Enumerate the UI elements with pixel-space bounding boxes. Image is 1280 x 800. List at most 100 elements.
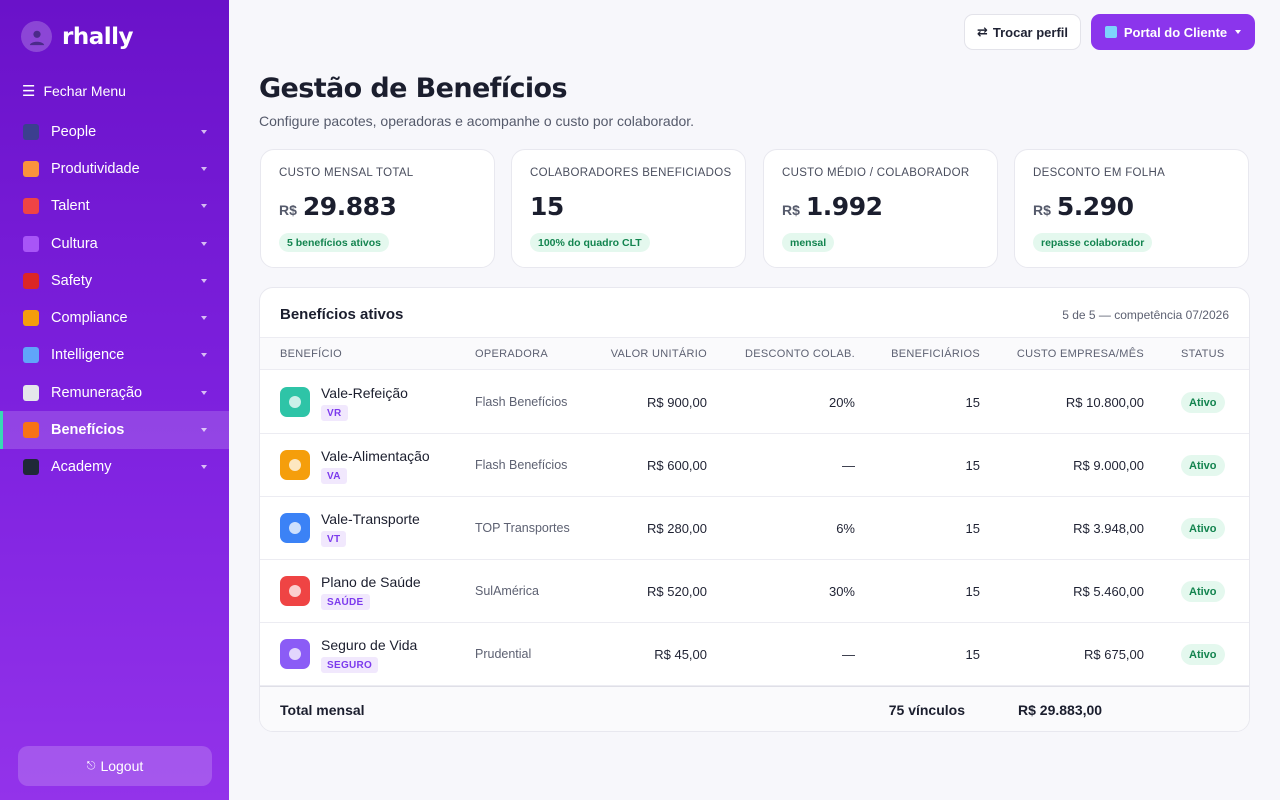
column-header[interactable]: DESCONTO COLAB. bbox=[745, 348, 855, 360]
column-header[interactable]: STATUS bbox=[1181, 348, 1225, 360]
stat-value-group: 15 bbox=[530, 192, 564, 221]
table-row[interactable]: Plano de Saúde SAÚDE SulAmérica R$ 520,00 30… bbox=[260, 560, 1249, 623]
beneficiaries-count: 15 bbox=[965, 584, 980, 599]
sidebar-item-beneficios[interactable]: Benefícios bbox=[0, 411, 229, 449]
table-footer: Total mensal 75 vínculos R$ 29.883,00 bbox=[260, 686, 1249, 731]
total-amount: R$ 29.883,00 bbox=[1018, 702, 1103, 718]
chevron-down-icon bbox=[201, 465, 207, 470]
target-icon bbox=[23, 198, 39, 215]
table-header: BENEFÍCIO OPERADORA VALOR UNITÁRIO DESCO… bbox=[260, 337, 1249, 370]
company-cost: R$ 5.460,00 bbox=[1073, 584, 1144, 599]
total-label: Total mensal bbox=[280, 702, 365, 718]
close-menu-button[interactable]: ☰ Fechar Menu bbox=[22, 82, 126, 100]
column-header[interactable]: VALOR UNITÁRIO bbox=[611, 348, 707, 360]
brand[interactable]: rhally bbox=[21, 21, 134, 52]
sidebar-item-talent[interactable]: Talent bbox=[0, 188, 229, 225]
page-title: Gestão de Benefícios bbox=[259, 73, 568, 104]
sidebar-item-intelligence[interactable]: Intelligence bbox=[0, 337, 229, 374]
benefit-tag: VR bbox=[321, 405, 348, 421]
operator: SulAmérica bbox=[475, 584, 539, 598]
switch-profile-label: Trocar perfil bbox=[992, 24, 1069, 40]
operator: Flash Benefícios bbox=[475, 458, 568, 472]
unit-value: R$ 520,00 bbox=[647, 584, 707, 599]
page-subtitle: Configure pacotes, operadoras e acompanh… bbox=[259, 113, 695, 129]
benefit-tag: VT bbox=[321, 531, 347, 547]
chevron-down-icon bbox=[201, 166, 207, 171]
stat-value: 5.290 bbox=[1056, 192, 1134, 221]
sidebar-item-academy[interactable]: Academy bbox=[0, 449, 229, 486]
switch-arrows-icon: ⇄ bbox=[976, 24, 988, 39]
chevron-down-icon bbox=[201, 353, 207, 358]
benefit-name: Vale-Refeição bbox=[321, 385, 408, 401]
stat-value-group: R$ 5.290 bbox=[1033, 192, 1134, 221]
chevron-down-icon bbox=[201, 390, 207, 395]
close-menu-label: Fechar Menu bbox=[43, 83, 126, 99]
employee-discount: 6% bbox=[836, 521, 855, 536]
benefit-tag: SEGURO bbox=[321, 657, 379, 673]
sidebar: rhally ☰ Fechar Menu People Produtividade… bbox=[0, 0, 229, 800]
switch-profile-button[interactable]: ⇄ Trocar perfil bbox=[964, 14, 1081, 50]
company-cost: R$ 10.800,00 bbox=[1065, 395, 1144, 410]
helmet-icon bbox=[23, 272, 39, 289]
stat-card: CUSTO MENSAL TOTAL R$ 29.883 5 benefícios a… bbox=[260, 149, 495, 268]
company-cost: R$ 3.948,00 bbox=[1073, 521, 1144, 536]
sidebar-item-produtividade[interactable]: Produtividade bbox=[0, 150, 229, 187]
stat-badge: 5 benefícios ativos bbox=[279, 233, 389, 252]
stat-currency: R$ bbox=[782, 202, 800, 218]
table-row[interactable]: Vale-Alimentação VA Flash Benefícios R$ 600… bbox=[260, 434, 1249, 497]
stat-value-group: R$ 29.883 bbox=[279, 192, 397, 221]
stat-currency: R$ bbox=[279, 202, 297, 218]
status-badge: Ativo bbox=[1181, 518, 1225, 539]
sidebar-item-label: Remuneração bbox=[51, 384, 143, 401]
operator: TOP Transportes bbox=[475, 521, 570, 535]
shield-icon bbox=[280, 639, 310, 669]
column-header[interactable]: BENEFÍCIO bbox=[280, 348, 342, 360]
stat-badge: 100% do quadro CLT bbox=[530, 233, 650, 252]
logout-button[interactable]: ⎋ Logout bbox=[18, 746, 212, 786]
total-links: 75 vínculos bbox=[888, 702, 965, 718]
table-row[interactable]: Seguro de Vida SEGURO Prudential R$ 45,00 — 1… bbox=[260, 623, 1249, 686]
sidebar-item-label: Safety bbox=[51, 272, 93, 289]
alarm-clock-icon bbox=[23, 160, 39, 177]
stat-label: DESCONTO EM FOLHA bbox=[1033, 167, 1166, 179]
status-badge: Ativo bbox=[1181, 644, 1225, 665]
sidebar-item-compliance[interactable]: Compliance bbox=[0, 299, 229, 336]
column-header[interactable]: OPERADORA bbox=[475, 348, 548, 360]
graduation-cap-icon bbox=[23, 459, 39, 476]
sidebar-item-label: Benefícios bbox=[51, 422, 125, 439]
chevron-down-icon bbox=[201, 428, 207, 433]
sidebar-item-safety[interactable]: Safety bbox=[0, 262, 229, 299]
client-portal-button[interactable]: Portal do Cliente bbox=[1091, 14, 1255, 50]
sidebar-item-label: Produtividade bbox=[51, 160, 140, 177]
unit-value: R$ 600,00 bbox=[647, 458, 707, 473]
company-cost: R$ 9.000,00 bbox=[1073, 458, 1144, 473]
sidebar-item-label: People bbox=[51, 123, 97, 140]
benefit-name: Plano de Saúde bbox=[321, 574, 421, 590]
stat-card: DESCONTO EM FOLHA R$ 5.290 repasse colabora… bbox=[1014, 149, 1249, 268]
unit-value: R$ 45,00 bbox=[654, 647, 707, 662]
stat-value: 1.992 bbox=[805, 192, 883, 221]
sidebar-item-remuneracao[interactable]: Remuneração bbox=[0, 374, 229, 411]
sidebar-item-people[interactable]: People bbox=[0, 113, 229, 150]
shopping-cart-icon bbox=[280, 450, 310, 480]
column-header[interactable]: CUSTO EMPRESA/MÊS bbox=[1017, 348, 1144, 360]
chevron-down-icon bbox=[201, 129, 207, 134]
beneficiaries-count: 15 bbox=[965, 458, 980, 473]
brand-name: rhally bbox=[62, 23, 134, 50]
purple-heart-icon bbox=[23, 235, 39, 252]
status-badge: Ativo bbox=[1181, 581, 1225, 602]
stat-value-group: R$ 1.992 bbox=[782, 192, 883, 221]
hamburger-icon: ☰ bbox=[22, 83, 36, 100]
operator: Prudential bbox=[475, 647, 532, 661]
table-row[interactable]: Vale-Refeição VR Flash Benefícios R$ 900,00… bbox=[260, 371, 1249, 434]
status-badge: Ativo bbox=[1181, 392, 1225, 413]
column-header[interactable]: BENEFICIÁRIOS bbox=[891, 348, 980, 360]
sidebar-item-cultura[interactable]: Cultura bbox=[0, 225, 229, 262]
table-meta: 5 de 5 — competência 07/2026 bbox=[1062, 308, 1229, 322]
table-row[interactable]: Vale-Transporte VT TOP Transportes R$ 280,0… bbox=[260, 497, 1249, 560]
employee-discount: 30% bbox=[828, 584, 855, 599]
stat-card: COLABORADORES BENEFICIADOS 15 100% do quad… bbox=[511, 149, 746, 268]
building-icon bbox=[1104, 26, 1117, 38]
plate-icon bbox=[280, 387, 310, 417]
operator: Flash Benefícios bbox=[475, 395, 568, 409]
